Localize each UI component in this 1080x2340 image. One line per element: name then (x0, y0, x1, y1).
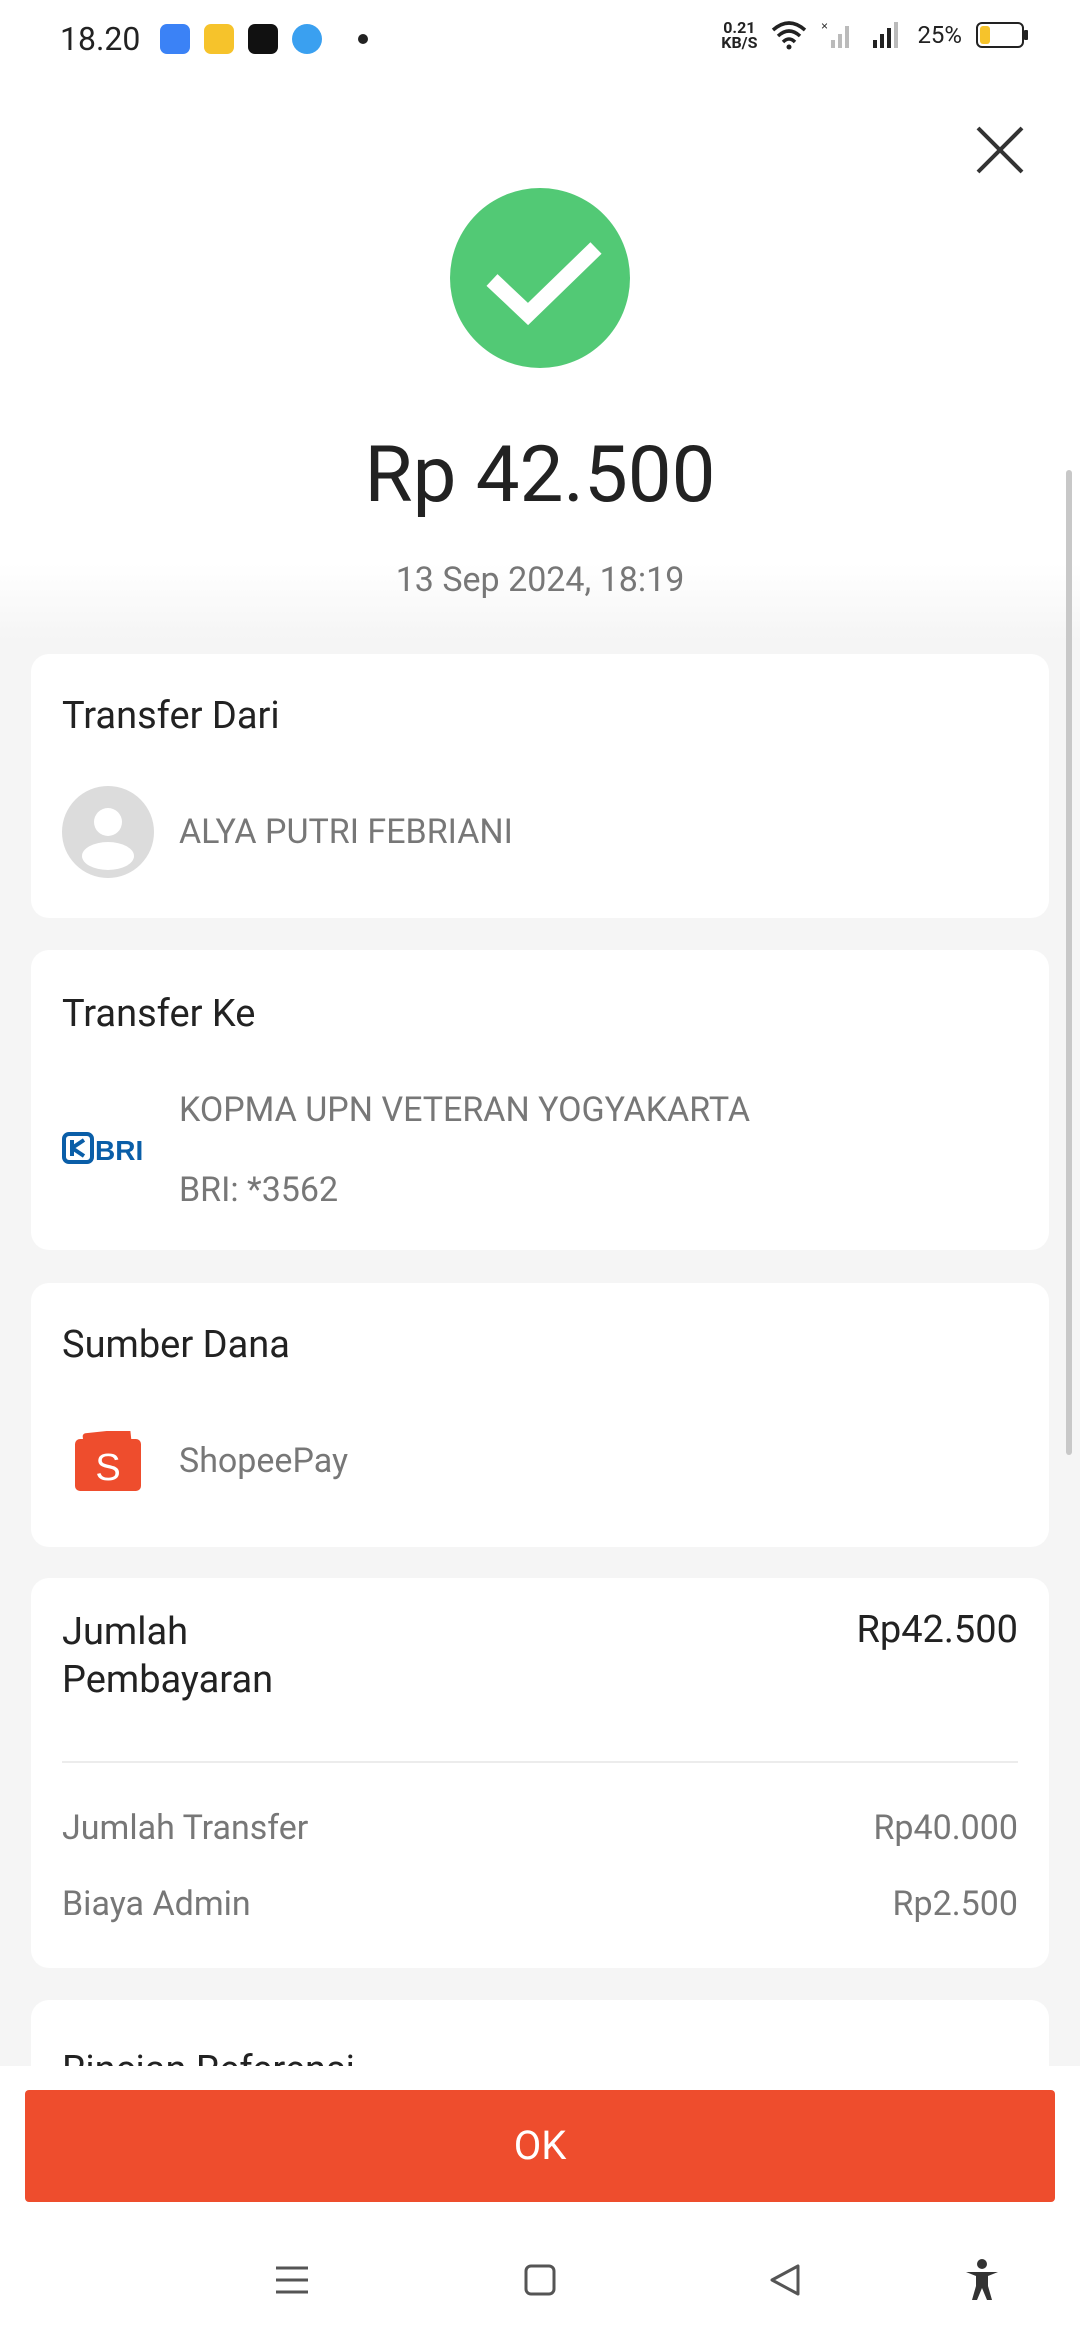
bri-logo-text: BRI (95, 1135, 143, 1166)
transaction-amount: Rp 42.500 (364, 430, 716, 521)
status-bar: 18.20 0.21 KB/S × 25% (0, 0, 1080, 80)
close-icon[interactable] (970, 120, 1030, 180)
admin-fee-label: Biaya Admin (62, 1884, 251, 1924)
status-time: 18.20 (60, 20, 141, 58)
source-title: Sumber Dana (62, 1323, 290, 1367)
wifi-icon (772, 21, 807, 50)
back-triangle-icon (770, 2264, 800, 2296)
source-name: ShopeePay (179, 1441, 349, 1481)
system-nav-bar (0, 2250, 1080, 2340)
back-button[interactable] (756, 2250, 816, 2310)
battery-percent: 25% (917, 21, 962, 49)
status-indicators: 0.21 KB/S × 25% (721, 18, 1028, 52)
recent-apps-button[interactable] (262, 2250, 322, 2310)
transfer-from-title: Transfer Dari (62, 694, 280, 738)
transfer-to-card: Transfer Ke BRI KOPMA UPN VETERAN YOGYAK… (31, 950, 1049, 1250)
transfer-amount-value: Rp40.000 (873, 1808, 1018, 1848)
bri-logo-icon: BRI (62, 1132, 143, 1166)
admin-fee-value: Rp2.500 (892, 1884, 1018, 1924)
battery-level (980, 26, 990, 44)
scrollbar[interactable] (1066, 470, 1072, 1455)
app-notification-icon (204, 24, 234, 54)
recipient-name: KOPMA UPN VETERAN YOGYAKARTA (179, 1090, 750, 1130)
network-speed: 0.21 KB/S (721, 18, 758, 52)
total-payment-label: Jumlah Pembayaran (62, 1610, 274, 1702)
transfer-amount-label: Jumlah Transfer (62, 1808, 309, 1848)
square-icon (524, 2264, 556, 2296)
transaction-datetime: 13 Sep 2024, 18:19 (395, 560, 685, 600)
shopeepay-wallet-icon: S (75, 1431, 141, 1491)
app-notification-icon (292, 24, 322, 54)
signal-icon (873, 22, 899, 48)
menu-icon (276, 2266, 308, 2294)
ok-button[interactable]: OK (25, 2090, 1055, 2202)
svg-text:×: × (821, 20, 828, 33)
accessibility-button[interactable] (952, 2250, 1012, 2310)
source-of-funds-card: Sumber Dana S ShopeePay (31, 1283, 1049, 1547)
more-notifications-dot (358, 34, 368, 44)
sender-name: ALYA PUTRI FEBRIANI (179, 812, 513, 852)
battery-icon (976, 22, 1028, 48)
payment-summary-card: Jumlah Pembayaran Rp42.500 Jumlah Transf… (31, 1578, 1049, 1968)
avatar (62, 786, 154, 878)
app-notification-icon (160, 24, 190, 54)
signal-weak-icon: × (821, 20, 850, 48)
divider (62, 1761, 1018, 1763)
total-payment-value: Rp42.500 (856, 1608, 1018, 1652)
svg-text:S: S (95, 1447, 120, 1489)
shopping-bag-icon (248, 24, 278, 54)
user-icon (82, 808, 134, 870)
notification-icons (160, 24, 368, 54)
home-button[interactable] (510, 2250, 570, 2310)
recipient-account: BRI: *3562 (179, 1170, 339, 1210)
bottom-panel: OK (0, 2066, 1080, 2340)
transfer-from-card: Transfer Dari ALYA PUTRI FEBRIANI (31, 654, 1049, 918)
accessibility-icon (966, 2259, 998, 2300)
transfer-to-title: Transfer Ke (62, 992, 256, 1036)
success-check-icon (450, 188, 630, 368)
